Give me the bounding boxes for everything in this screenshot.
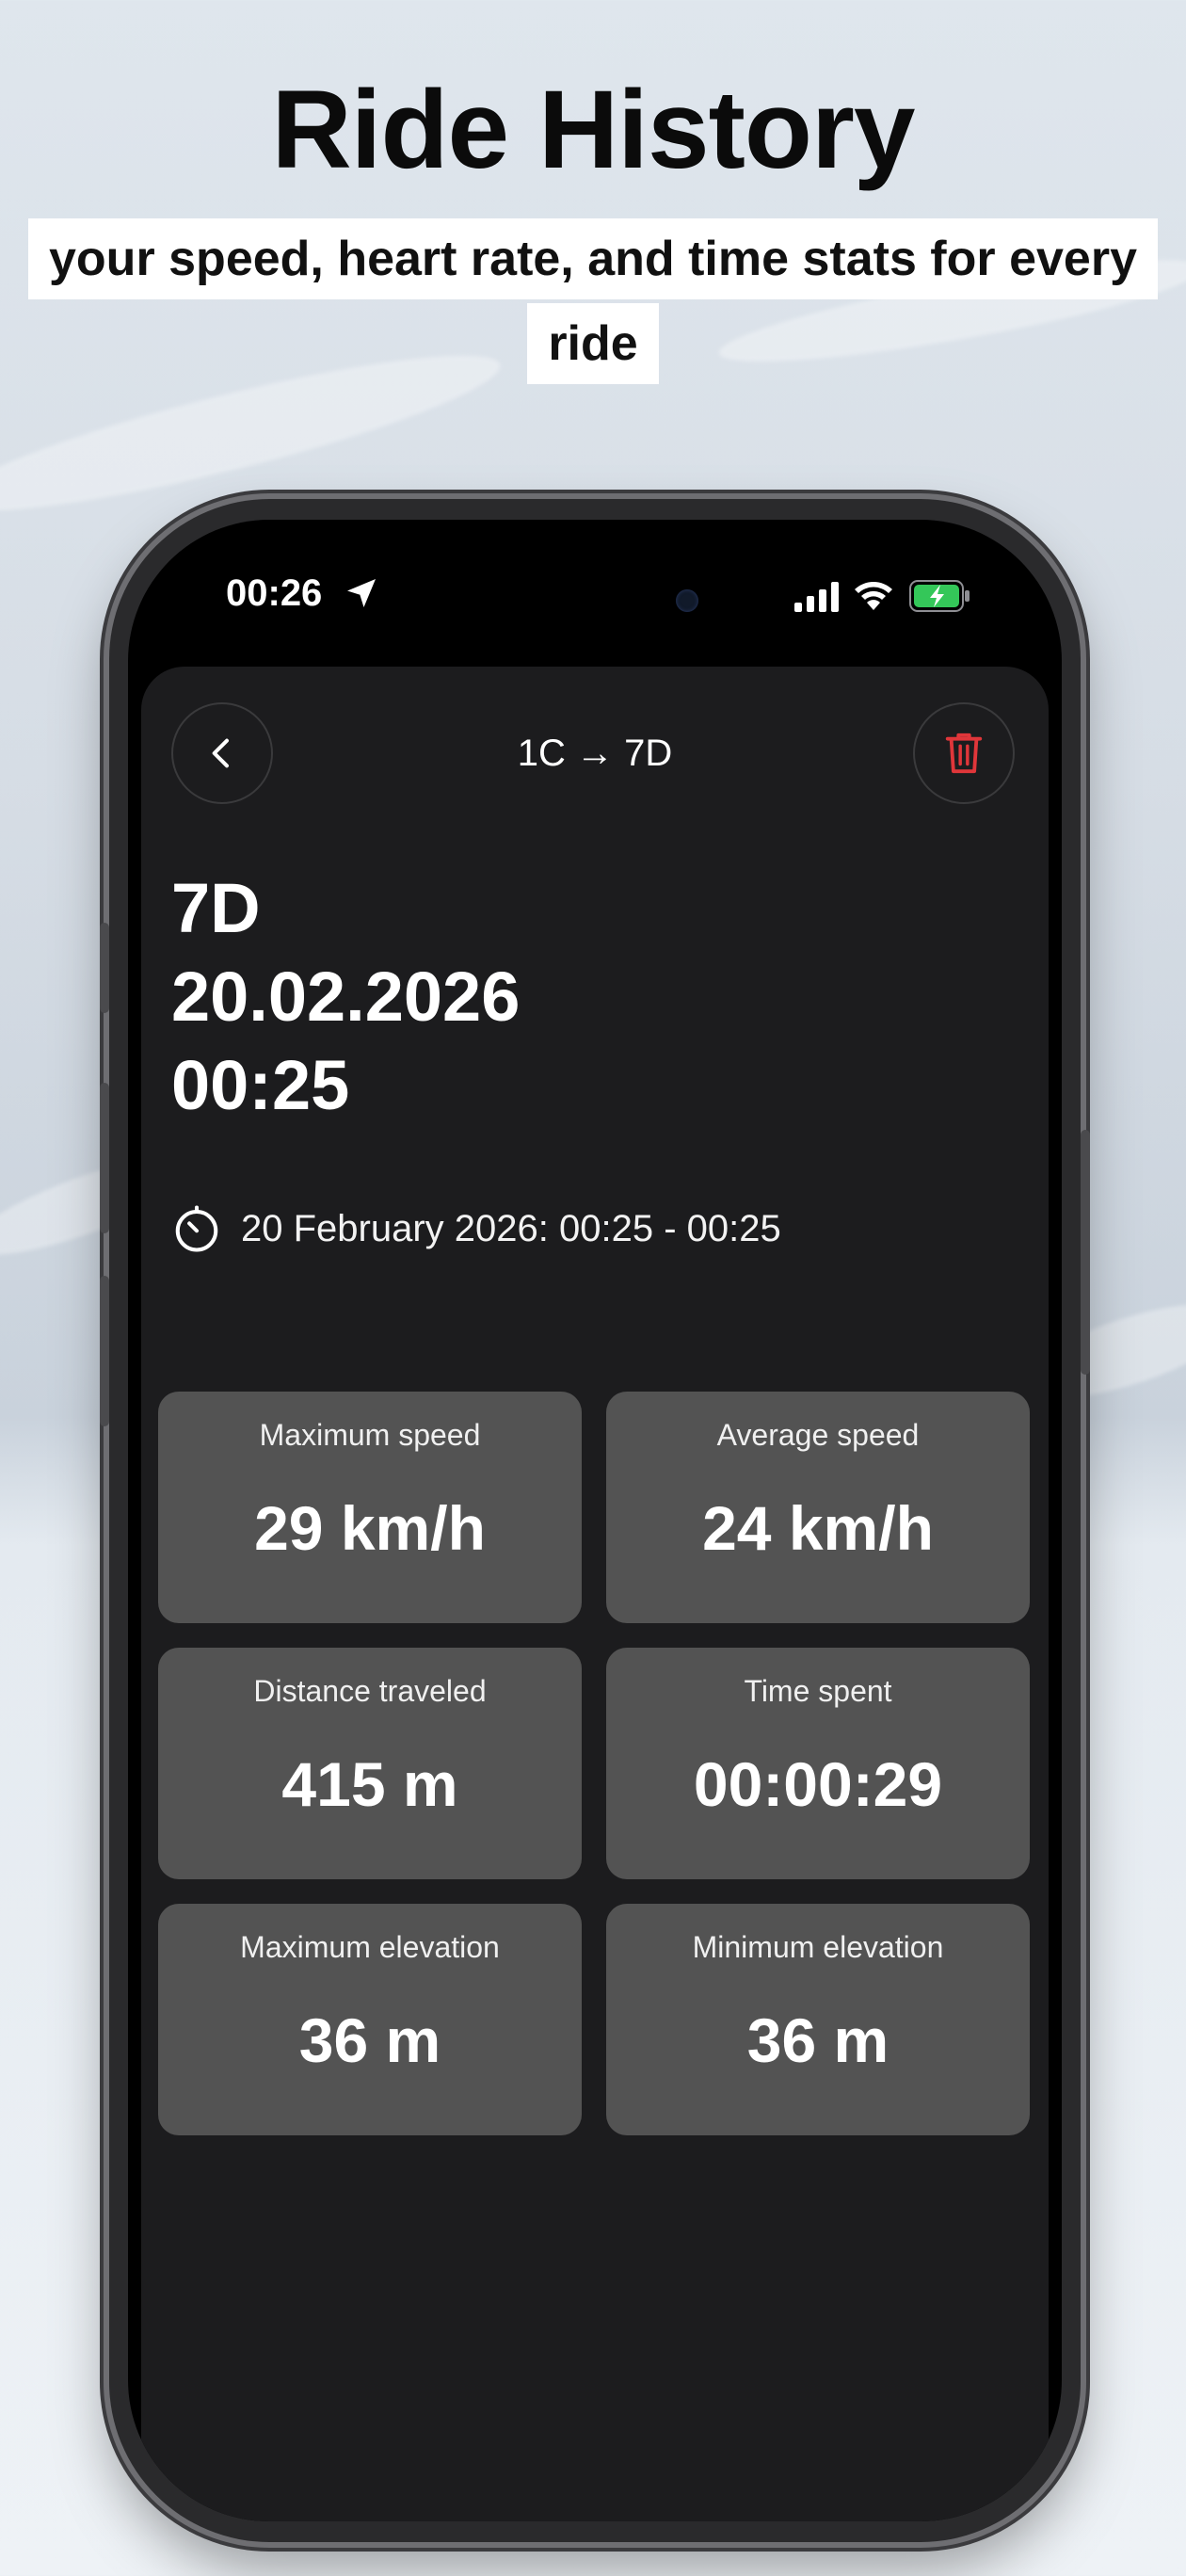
ride-time: 00:25 [171, 1046, 350, 1124]
stat-label: Average speed [716, 1418, 920, 1452]
stat-card-max-elevation: Maximum elevation 36 m [158, 1904, 582, 2135]
stat-card-time-spent: Time spent 00:00:29 [606, 1648, 1030, 1879]
status-time: 00:26 [226, 572, 323, 614]
stat-card-distance: Distance traveled 415 m [158, 1648, 582, 1879]
stat-value: 24 km/h [702, 1493, 934, 1563]
wifi-icon [855, 582, 892, 610]
volume-down-button [100, 1276, 109, 1426]
battery-charging-icon [909, 580, 970, 612]
promo-subtitle-wrap: your speed, heart rate, and time stats f… [0, 217, 1186, 386]
stat-label: Time spent [744, 1674, 892, 1708]
ride-detail-sheet: 1C → 7D 7D 20.02.2026 00:25 20 February … [141, 667, 1049, 2521]
location-arrow-icon [347, 579, 376, 607]
promo-subtitle: your speed, heart rate, and time stats f… [28, 218, 1158, 384]
status-bar: 00:26 [128, 520, 1062, 661]
stat-card-avg-speed: Average speed 24 km/h [606, 1392, 1030, 1623]
stat-value: 00:00:29 [693, 1749, 943, 1819]
stat-card-max-speed: Maximum speed 29 km/h [158, 1392, 582, 1623]
stat-label: Distance traveled [253, 1674, 487, 1708]
action-button [100, 923, 109, 1013]
ride-date: 20.02.2026 [171, 958, 521, 1036]
promo-title: Ride History [271, 68, 915, 192]
stat-label: Minimum elevation [692, 1930, 944, 1964]
stat-value: 29 km/h [254, 1493, 486, 1563]
timer-icon [175, 1205, 218, 1252]
stat-label: Maximum speed [259, 1418, 481, 1452]
time-range-text: 20 February 2026: 00:25 - 00:25 [241, 1207, 781, 1249]
delete-button[interactable] [913, 702, 1015, 804]
stat-value: 415 m [281, 1749, 458, 1819]
stat-card-min-elevation: Minimum elevation 36 m [606, 1904, 1030, 2135]
stats-grid: Maximum speed 29 km/h Average speed 24 k… [158, 1392, 1030, 2135]
ride-name: 7D [171, 869, 261, 947]
ride-heading: 7D 20.02.2026 00:25 [171, 864, 520, 1130]
stat-value: 36 m [298, 2005, 441, 2075]
dynamic-island [481, 569, 792, 635]
volume-up-button [100, 1083, 109, 1233]
stat-label: Maximum elevation [240, 1930, 500, 1964]
power-button [1081, 1130, 1090, 1375]
stat-value: 36 m [746, 2005, 890, 2075]
phone-screen: 00:26 1C → 7D 7D 20.02.2026 00:25 20 Feb… [128, 520, 1062, 2521]
cellular-signal-icon [794, 582, 839, 612]
ride-time-range: 20 February 2026: 00:25 - 00:25 [171, 1203, 781, 1254]
trash-icon [945, 733, 983, 774]
front-camera [676, 589, 698, 612]
